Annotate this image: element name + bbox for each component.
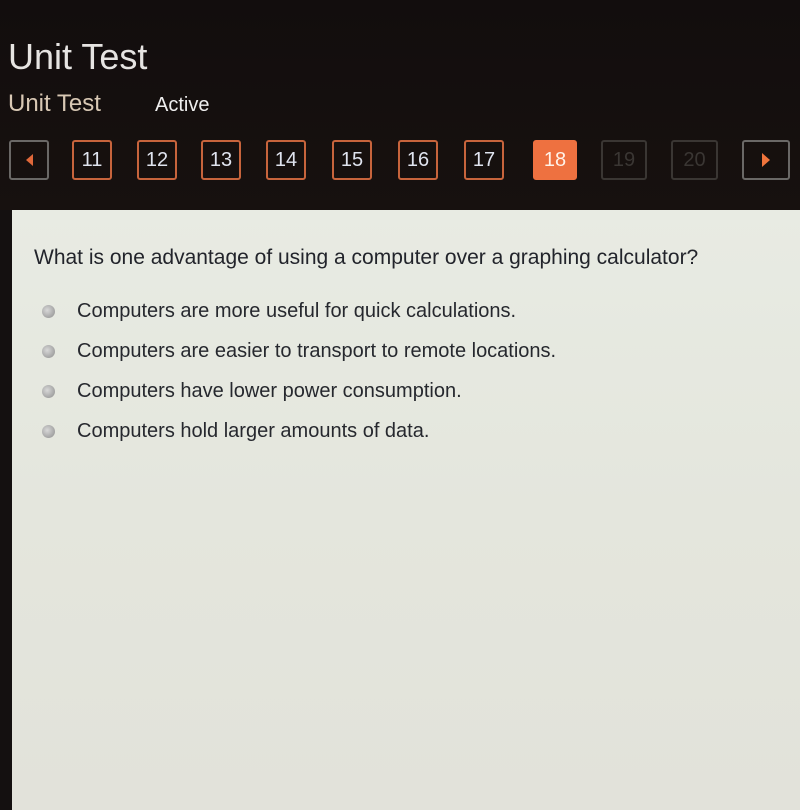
radio-button-icon[interactable] bbox=[42, 425, 55, 438]
question-text: What is one advantage of using a compute… bbox=[34, 246, 699, 269]
activity-title: Unit Test bbox=[8, 90, 101, 117]
status-label: Active bbox=[155, 94, 210, 116]
page-button-20: 20 bbox=[671, 140, 718, 180]
page-button-16[interactable]: 16 bbox=[398, 140, 438, 180]
answer-option-2[interactable]: Computers are easier to transport to rem… bbox=[42, 340, 556, 363]
page-button-18-current[interactable]: 18 bbox=[533, 140, 577, 180]
answer-label[interactable]: Computers hold larger amounts of data. bbox=[77, 420, 429, 443]
triangle-right-icon bbox=[762, 153, 770, 167]
radio-button-icon[interactable] bbox=[42, 385, 55, 398]
next-question-button[interactable] bbox=[742, 140, 790, 180]
header: Unit Test Unit Test Active 11 12 13 14 1… bbox=[0, 0, 800, 210]
page-button-14[interactable]: 14 bbox=[266, 140, 306, 180]
page-button-17[interactable]: 17 bbox=[464, 140, 504, 180]
page-title: Unit Test bbox=[8, 36, 148, 77]
page-button-15[interactable]: 15 bbox=[332, 140, 372, 180]
previous-question-button[interactable] bbox=[9, 140, 49, 180]
answer-label[interactable]: Computers are easier to transport to rem… bbox=[77, 340, 556, 363]
answer-option-4[interactable]: Computers hold larger amounts of data. bbox=[42, 420, 429, 443]
page-button-11[interactable]: 11 bbox=[72, 140, 112, 180]
radio-button-icon[interactable] bbox=[42, 305, 55, 318]
answer-option-3[interactable]: Computers have lower power consumption. bbox=[42, 380, 462, 403]
triangle-left-icon bbox=[25, 154, 33, 166]
page-button-13[interactable]: 13 bbox=[201, 140, 241, 180]
answer-label[interactable]: Computers have lower power consumption. bbox=[77, 380, 462, 403]
question-panel: What is one advantage of using a compute… bbox=[12, 210, 800, 810]
page-button-12[interactable]: 12 bbox=[137, 140, 177, 180]
radio-button-icon[interactable] bbox=[42, 345, 55, 358]
answer-label[interactable]: Computers are more useful for quick calc… bbox=[77, 300, 516, 323]
page-button-19: 19 bbox=[601, 140, 647, 180]
answer-option-1[interactable]: Computers are more useful for quick calc… bbox=[42, 300, 516, 323]
question-pager: 11 12 13 14 15 16 17 18 19 20 bbox=[0, 137, 800, 187]
